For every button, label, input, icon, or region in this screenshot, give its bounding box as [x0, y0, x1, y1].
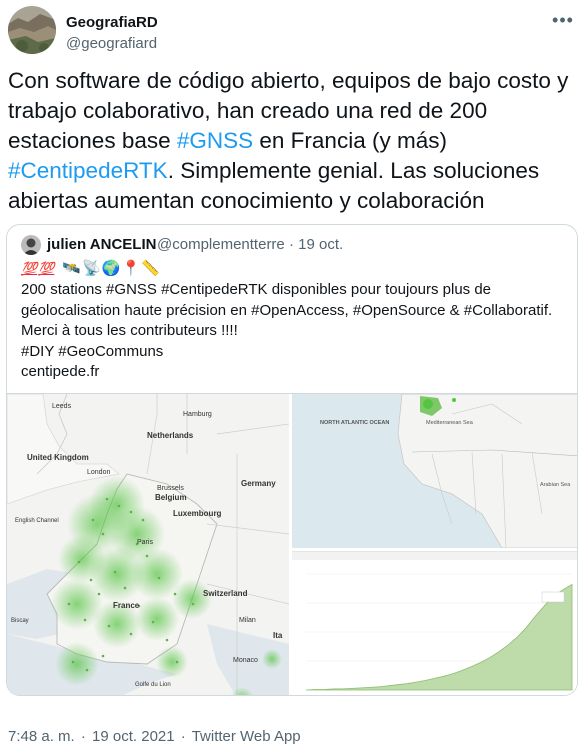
hashtag-link[interactable]: #CentipedeRTK [8, 158, 168, 183]
map-label: France [113, 601, 140, 610]
map-label: Mediterranean Sea [426, 420, 474, 426]
avatar-image [8, 6, 56, 54]
tweet-text: Con software de código abierto, equipos … [8, 66, 576, 216]
tweet-date[interactable]: 19 oct. 2021 [92, 728, 175, 745]
meta-separator: · [80, 728, 86, 745]
map-label: Leeds [52, 403, 72, 410]
more-options-icon[interactable]: ••• [550, 10, 576, 36]
media-grid: Hamburg Leeds Netherlands United Kingdom… [7, 393, 577, 695]
quoted-body: 💯 💯 🛰️ 📡 🌍 📍 📏 200 stations #GNSS #Centi… [21, 258, 569, 383]
heatmap-svg: Hamburg Leeds Netherlands United Kingdom… [7, 394, 289, 695]
map-label: Netherlands [147, 431, 194, 440]
globe-icon: 🌍 [101, 259, 121, 277]
map-label: Biscay [11, 618, 29, 624]
pin-icon: 📍 [121, 259, 141, 277]
hundred-points-icon: 💯 [38, 260, 55, 276]
tweet-header: GeografiaRD @geografiard ••• [8, 6, 576, 58]
map-label: Germany [241, 479, 276, 488]
quoted-line: Merci à tous les contributeurs !!!! [21, 322, 238, 339]
satellite-antenna-icon: 📡 [82, 259, 101, 277]
hashtag-link[interactable]: #GNSS [177, 128, 253, 153]
ruler-icon: 📏 [141, 259, 160, 277]
map-label: Arabian Sea [540, 482, 571, 488]
meta-separator: · [288, 236, 294, 253]
quoted-tweet[interactable]: julien ANCELIN @complementterre · 19 oct… [6, 224, 578, 696]
author-name[interactable]: GeografiaRD [66, 14, 158, 31]
map-label: Belgium [155, 493, 187, 502]
quoted-author-name[interactable]: julien ANCELIN [47, 236, 156, 253]
emoji-row: 💯 💯 🛰️ 📡 🌍 📍 📏 [21, 258, 569, 280]
world-map-svg: NORTH ATLANTIC OCEAN Mediterranean Sea A… [292, 394, 577, 548]
map-label: Milan [239, 617, 256, 624]
quoted-link[interactable]: centipede.fr [21, 362, 569, 383]
chart-toolbar [292, 552, 577, 560]
quoted-line: 200 stations #GNSS #CentipedeRTK disponi… [21, 281, 492, 298]
quoted-date[interactable]: 19 oct. [298, 236, 343, 253]
chart-tooltip [541, 591, 565, 603]
world-map-image[interactable]: NORTH ATLANTIC OCEAN Mediterranean Sea A… [292, 394, 577, 548]
tweet-time[interactable]: 7:48 a. m. [8, 728, 75, 745]
growth-chart-image[interactable] [292, 551, 577, 695]
map-label: London [87, 469, 110, 476]
growth-chart-svg [292, 552, 577, 695]
map-label: English Channel [15, 518, 59, 524]
tweet-footer: 7:48 a. m. · 19 oct. 2021 · Twitter Web … [8, 728, 301, 745]
author-handle[interactable]: @geografiard [66, 35, 157, 52]
map-label: Paris [137, 539, 153, 546]
quoted-avatar-image [21, 235, 41, 255]
map-label: Luxembourg [173, 509, 222, 518]
map-label: Hamburg [183, 411, 212, 418]
avatar[interactable] [8, 6, 56, 54]
map-label: United Kingdom [27, 453, 89, 462]
quoted-line: géolocalisation haute précision en #Open… [21, 301, 553, 319]
quoted-avatar[interactable] [21, 235, 41, 255]
map-label: Switzerland [203, 589, 248, 598]
tweet-text-segment: en Francia (y más) [253, 128, 447, 153]
satellite-icon: 🛰️ [62, 259, 82, 277]
map-label: Monaco [233, 657, 258, 664]
quoted-author-handle[interactable]: @complementterre [157, 236, 285, 253]
tweet-source[interactable]: Twitter Web App [192, 728, 301, 745]
station-heatmap-image[interactable]: Hamburg Leeds Netherlands United Kingdom… [7, 394, 289, 695]
quoted-line: #DIY #GeoCommuns [21, 342, 164, 360]
quoted-meta: @complementterre · 19 oct. [157, 236, 343, 253]
map-label: NORTH ATLANTIC OCEAN [320, 420, 389, 426]
map-label: Ita [273, 631, 283, 640]
map-label: Golfe du Lion [135, 682, 171, 688]
hundred-points-icon: 💯 [21, 260, 38, 276]
map-label: Brussels [157, 485, 184, 492]
meta-separator: · [180, 728, 186, 745]
